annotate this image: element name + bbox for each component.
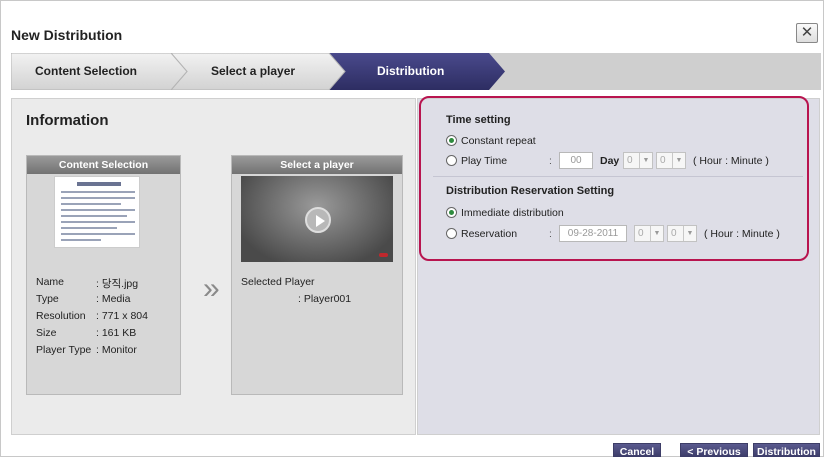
- selected-player-label: Selected Player: [241, 276, 315, 288]
- play-time-minute-select[interactable]: 0 ▼: [656, 152, 686, 169]
- previous-button[interactable]: < Previous: [680, 443, 748, 457]
- day-label: Day: [600, 155, 620, 167]
- meta-name-key: Name: [36, 276, 65, 288]
- meta-resolution-value: : 771 x 804: [96, 310, 148, 322]
- step-wizard: Content Selection Select a player Distri…: [11, 53, 821, 90]
- select-player-card-header: Select a player: [232, 156, 402, 174]
- meta-size-key: Size: [36, 327, 57, 339]
- title-bar: New Distribution ✕: [1, 1, 824, 49]
- reservation-unit: ( Hour : Minute ): [704, 228, 780, 240]
- play-time-unit: ( Hour : Minute ): [693, 155, 769, 167]
- double-chevron-right-icon: »: [203, 272, 220, 305]
- meta-size-value: : 161 KB: [96, 327, 137, 339]
- close-icon[interactable]: ✕: [796, 23, 818, 43]
- new-distribution-dialog: New Distribution ✕ Content Selection Sel…: [0, 0, 824, 457]
- meta-player-type-value: : Monitor: [96, 344, 137, 356]
- select-player-card: Select a player Selected Player : Player…: [231, 155, 403, 395]
- meta-player-type: Player Type : Monitor: [36, 344, 137, 356]
- colon-separator: :: [549, 228, 552, 240]
- radio-button[interactable]: [446, 155, 457, 166]
- radio-play-time[interactable]: Play Time: [446, 155, 507, 167]
- radio-label: Immediate distribution: [461, 207, 564, 219]
- meta-name-value: : 당직.jpg: [96, 278, 139, 290]
- meta-type: Type : Media: [36, 293, 130, 305]
- colon-separator: :: [549, 155, 552, 167]
- content-selection-card-header: Content Selection: [27, 156, 180, 174]
- reservation-setting-title: Distribution Reservation Setting: [446, 185, 615, 197]
- radio-label: Reservation: [461, 228, 518, 240]
- reservation-minute-select[interactable]: 0 ▼: [667, 225, 697, 242]
- meta-resolution-key: Resolution: [36, 310, 86, 322]
- meta-name: Name : 당직.jpg: [36, 276, 138, 290]
- player-preview[interactable]: [241, 176, 393, 262]
- tab-select-a-player[interactable]: Select a player: [211, 64, 295, 78]
- tab-content-selection[interactable]: Content Selection: [35, 64, 137, 78]
- section-divider: [433, 176, 803, 177]
- tab-distribution[interactable]: Distribution: [377, 64, 444, 78]
- play-time-hour-select[interactable]: 0 ▼: [623, 152, 653, 169]
- select-value: 0: [660, 155, 666, 166]
- dialog-title: New Distribution: [11, 27, 123, 43]
- distribution-button[interactable]: Distribution: [753, 443, 820, 457]
- radio-immediate-distribution[interactable]: Immediate distribution: [446, 207, 564, 219]
- chevron-down-icon: ▼: [650, 226, 663, 241]
- content-thumbnail: [54, 176, 140, 248]
- time-setting-title: Time setting: [446, 114, 511, 126]
- selected-player-value: : Player001: [298, 293, 352, 305]
- reservation-date-input[interactable]: 09-28-2011: [559, 225, 627, 242]
- meta-type-value: : Media: [96, 293, 131, 305]
- radio-button[interactable]: [446, 228, 457, 239]
- meta-type-key: Type: [36, 293, 59, 305]
- select-value: 0: [627, 155, 633, 166]
- radio-constant-repeat[interactable]: Constant repeat: [446, 135, 536, 147]
- record-indicator-icon: [379, 253, 388, 257]
- meta-player-type-key: Player Type: [36, 344, 92, 356]
- play-time-input[interactable]: 00: [559, 152, 593, 169]
- chevron-down-icon: ▼: [639, 153, 652, 168]
- select-value: 0: [671, 228, 677, 239]
- chevron-down-icon: ▼: [683, 226, 696, 241]
- information-title: Information: [26, 112, 109, 129]
- chevron-down-icon: ▼: [672, 153, 685, 168]
- radio-label: Constant repeat: [461, 135, 536, 147]
- radio-reservation[interactable]: Reservation: [446, 228, 517, 240]
- meta-resolution: Resolution : 771 x 804: [36, 310, 148, 322]
- radio-button[interactable]: [446, 207, 457, 218]
- select-value: 0: [638, 228, 644, 239]
- reservation-hour-select[interactable]: 0 ▼: [634, 225, 664, 242]
- content-selection-card: Content Selection Name : 당직.jpg Type : M…: [26, 155, 181, 395]
- meta-size: Size : 161 KB: [36, 327, 136, 339]
- radio-label: Play Time: [461, 155, 508, 167]
- cancel-button[interactable]: Cancel: [613, 443, 661, 457]
- radio-button[interactable]: [446, 135, 457, 146]
- play-icon[interactable]: [305, 207, 331, 233]
